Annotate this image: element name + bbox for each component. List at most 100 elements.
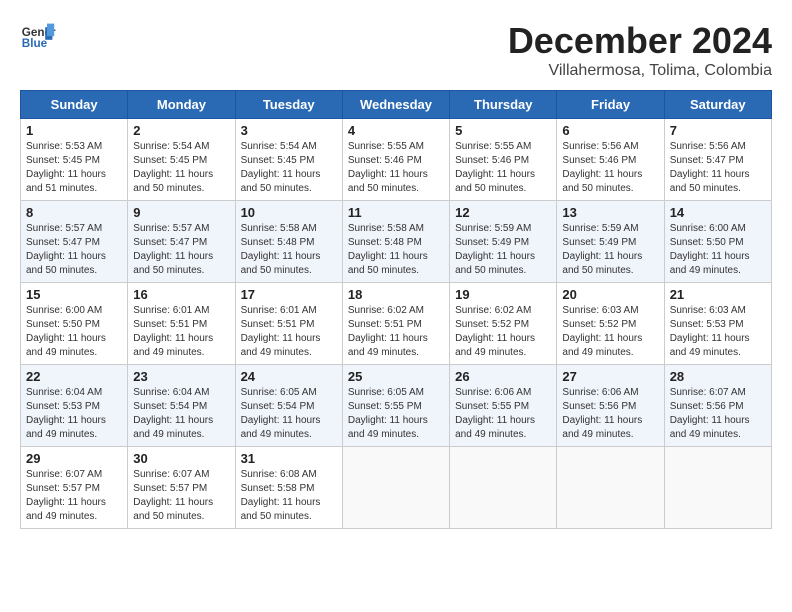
day-number: 30 <box>133 451 229 466</box>
day-cell: 27 Sunrise: 6:06 AM Sunset: 5:56 PM Dayli… <box>557 365 664 447</box>
col-header-saturday: Saturday <box>664 91 771 119</box>
day-cell: 21Sunrise: 6:03 AM Sunset: 5:53 PM Dayli… <box>664 283 771 365</box>
col-header-monday: Monday <box>128 91 235 119</box>
day-info: Sunrise: 6:01 AM Sunset: 5:51 PM Dayligh… <box>241 304 337 360</box>
day-number: 23 <box>133 369 229 384</box>
day-info: Sunrise: 6:01 AM Sunset: 5:51 PM Dayligh… <box>133 304 229 360</box>
day-info: Sunrise: 6:00 AM Sunset: 5:50 PM Dayligh… <box>26 304 122 360</box>
day-number: 5 <box>455 123 551 138</box>
day-cell: 6Sunrise: 5:56 AM Sunset: 5:46 PM Daylig… <box>557 119 664 201</box>
day-info: Sunrise: 6:06 AM Sunset: 5:56 PM Dayligh… <box>562 386 658 442</box>
day-info: Sunrise: 5:58 AM Sunset: 5:48 PM Dayligh… <box>241 222 337 278</box>
day-cell: 14 Sunrise: 6:00 AM Sunset: 5:50 PM Dayli… <box>664 201 771 283</box>
day-cell: 9Sunrise: 5:57 AM Sunset: 5:47 PM Daylig… <box>128 201 235 283</box>
day-info: Sunrise: 5:59 AM Sunset: 5:49 PM Dayligh… <box>562 222 658 278</box>
day-cell <box>342 447 449 529</box>
day-cell <box>557 447 664 529</box>
day-info: Sunrise: 6:05 AM Sunset: 5:54 PM Dayligh… <box>241 386 337 442</box>
day-number: 3 <box>241 123 337 138</box>
day-number: 14 <box>670 205 766 220</box>
day-info: Sunrise: 6:07 AM Sunset: 5:56 PM Dayligh… <box>670 386 766 442</box>
day-number: 12 <box>455 205 551 220</box>
day-cell: 19 Sunrise: 6:02 AM Sunset: 5:52 PM Dayli… <box>450 283 557 365</box>
day-info: Sunrise: 6:00 AM Sunset: 5:50 PM Dayligh… <box>670 222 766 278</box>
day-cell: 2 Sunrise: 5:54 AM Sunset: 5:45 PM Daylig… <box>128 119 235 201</box>
day-number: 11 <box>348 205 444 220</box>
day-cell <box>664 447 771 529</box>
day-info: Sunrise: 5:54 AM Sunset: 5:45 PM Dayligh… <box>241 140 337 196</box>
day-cell: 18 Sunrise: 6:02 AM Sunset: 5:51 PM Dayli… <box>342 283 449 365</box>
day-number: 8 <box>26 205 122 220</box>
day-number: 15 <box>26 287 122 302</box>
day-info: Sunrise: 6:06 AM Sunset: 5:55 PM Dayligh… <box>455 386 551 442</box>
day-number: 21 <box>670 287 766 302</box>
title-block: December 2024 Villahermosa, Tolima, Colo… <box>508 20 772 80</box>
week-row-2: 8 Sunrise: 5:57 AM Sunset: 5:47 PM Daylig… <box>21 201 772 283</box>
day-cell: 31 Sunrise: 6:08 AM Sunset: 5:58 PM Dayli… <box>235 447 342 529</box>
day-number: 13 <box>562 205 658 220</box>
col-header-friday: Friday <box>557 91 664 119</box>
day-info: Sunrise: 5:56 AM Sunset: 5:47 PM Dayligh… <box>670 140 766 196</box>
day-number: 6 <box>562 123 658 138</box>
day-info: Sunrise: 6:05 AM Sunset: 5:55 PM Dayligh… <box>348 386 444 442</box>
day-info: Sunrise: 6:07 AM Sunset: 5:57 PM Dayligh… <box>133 468 229 524</box>
week-row-5: 29 Sunrise: 6:07 AM Sunset: 5:57 PM Dayli… <box>21 447 772 529</box>
day-info: Sunrise: 6:08 AM Sunset: 5:58 PM Dayligh… <box>241 468 337 524</box>
day-cell: 22Sunrise: 6:04 AM Sunset: 5:53 PM Dayli… <box>21 365 128 447</box>
day-cell: 29 Sunrise: 6:07 AM Sunset: 5:57 PM Dayli… <box>21 447 128 529</box>
day-cell: 25 Sunrise: 6:05 AM Sunset: 5:55 PM Dayli… <box>342 365 449 447</box>
page-header: General Blue December 2024 Villahermosa,… <box>20 20 772 80</box>
week-row-1: 1 Sunrise: 5:53 AM Sunset: 5:45 PM Daylig… <box>21 119 772 201</box>
col-header-wednesday: Wednesday <box>342 91 449 119</box>
day-number: 19 <box>455 287 551 302</box>
day-cell: 24 Sunrise: 6:05 AM Sunset: 5:54 PM Dayli… <box>235 365 342 447</box>
week-row-3: 15 Sunrise: 6:00 AM Sunset: 5:50 PM Dayli… <box>21 283 772 365</box>
day-number: 26 <box>455 369 551 384</box>
day-cell: 28 Sunrise: 6:07 AM Sunset: 5:56 PM Dayli… <box>664 365 771 447</box>
logo: General Blue <box>20 20 56 56</box>
day-cell: 7 Sunrise: 5:56 AM Sunset: 5:47 PM Daylig… <box>664 119 771 201</box>
week-row-4: 22Sunrise: 6:04 AM Sunset: 5:53 PM Dayli… <box>21 365 772 447</box>
day-number: 31 <box>241 451 337 466</box>
day-info: Sunrise: 6:04 AM Sunset: 5:53 PM Dayligh… <box>26 386 122 442</box>
day-cell: 8 Sunrise: 5:57 AM Sunset: 5:47 PM Daylig… <box>21 201 128 283</box>
day-number: 27 <box>562 369 658 384</box>
day-cell: 1 Sunrise: 5:53 AM Sunset: 5:45 PM Daylig… <box>21 119 128 201</box>
day-number: 16 <box>133 287 229 302</box>
day-info: Sunrise: 6:03 AM Sunset: 5:52 PM Dayligh… <box>562 304 658 360</box>
col-header-tuesday: Tuesday <box>235 91 342 119</box>
day-cell: 13 Sunrise: 5:59 AM Sunset: 5:49 PM Dayli… <box>557 201 664 283</box>
day-info: Sunrise: 6:02 AM Sunset: 5:51 PM Dayligh… <box>348 304 444 360</box>
day-info: Sunrise: 5:53 AM Sunset: 5:45 PM Dayligh… <box>26 140 122 196</box>
day-number: 1 <box>26 123 122 138</box>
day-info: Sunrise: 5:57 AM Sunset: 5:47 PM Dayligh… <box>26 222 122 278</box>
day-cell: 12Sunrise: 5:59 AM Sunset: 5:49 PM Dayli… <box>450 201 557 283</box>
day-number: 18 <box>348 287 444 302</box>
day-number: 29 <box>26 451 122 466</box>
svg-text:Blue: Blue <box>22 37 48 50</box>
day-info: Sunrise: 5:57 AM Sunset: 5:47 PM Dayligh… <box>133 222 229 278</box>
logo-icon: General Blue <box>20 20 56 56</box>
day-number: 24 <box>241 369 337 384</box>
day-cell: 10 Sunrise: 5:58 AM Sunset: 5:48 PM Dayli… <box>235 201 342 283</box>
day-info: Sunrise: 6:04 AM Sunset: 5:54 PM Dayligh… <box>133 386 229 442</box>
day-number: 10 <box>241 205 337 220</box>
day-number: 2 <box>133 123 229 138</box>
day-cell: 17 Sunrise: 6:01 AM Sunset: 5:51 PM Dayli… <box>235 283 342 365</box>
location-title: Villahermosa, Tolima, Colombia <box>508 62 772 80</box>
day-info: Sunrise: 6:07 AM Sunset: 5:57 PM Dayligh… <box>26 468 122 524</box>
day-number: 17 <box>241 287 337 302</box>
day-number: 20 <box>562 287 658 302</box>
day-number: 25 <box>348 369 444 384</box>
day-cell: 3 Sunrise: 5:54 AM Sunset: 5:45 PM Daylig… <box>235 119 342 201</box>
day-info: Sunrise: 5:58 AM Sunset: 5:48 PM Dayligh… <box>348 222 444 278</box>
day-number: 28 <box>670 369 766 384</box>
day-cell: 15 Sunrise: 6:00 AM Sunset: 5:50 PM Dayli… <box>21 283 128 365</box>
calendar-table: SundayMondayTuesdayWednesdayThursdayFrid… <box>20 90 772 529</box>
day-cell: 30 Sunrise: 6:07 AM Sunset: 5:57 PM Dayli… <box>128 447 235 529</box>
day-number: 4 <box>348 123 444 138</box>
day-info: Sunrise: 6:02 AM Sunset: 5:52 PM Dayligh… <box>455 304 551 360</box>
month-title: December 2024 <box>508 20 772 62</box>
day-number: 7 <box>670 123 766 138</box>
day-info: Sunrise: 5:54 AM Sunset: 5:45 PM Dayligh… <box>133 140 229 196</box>
